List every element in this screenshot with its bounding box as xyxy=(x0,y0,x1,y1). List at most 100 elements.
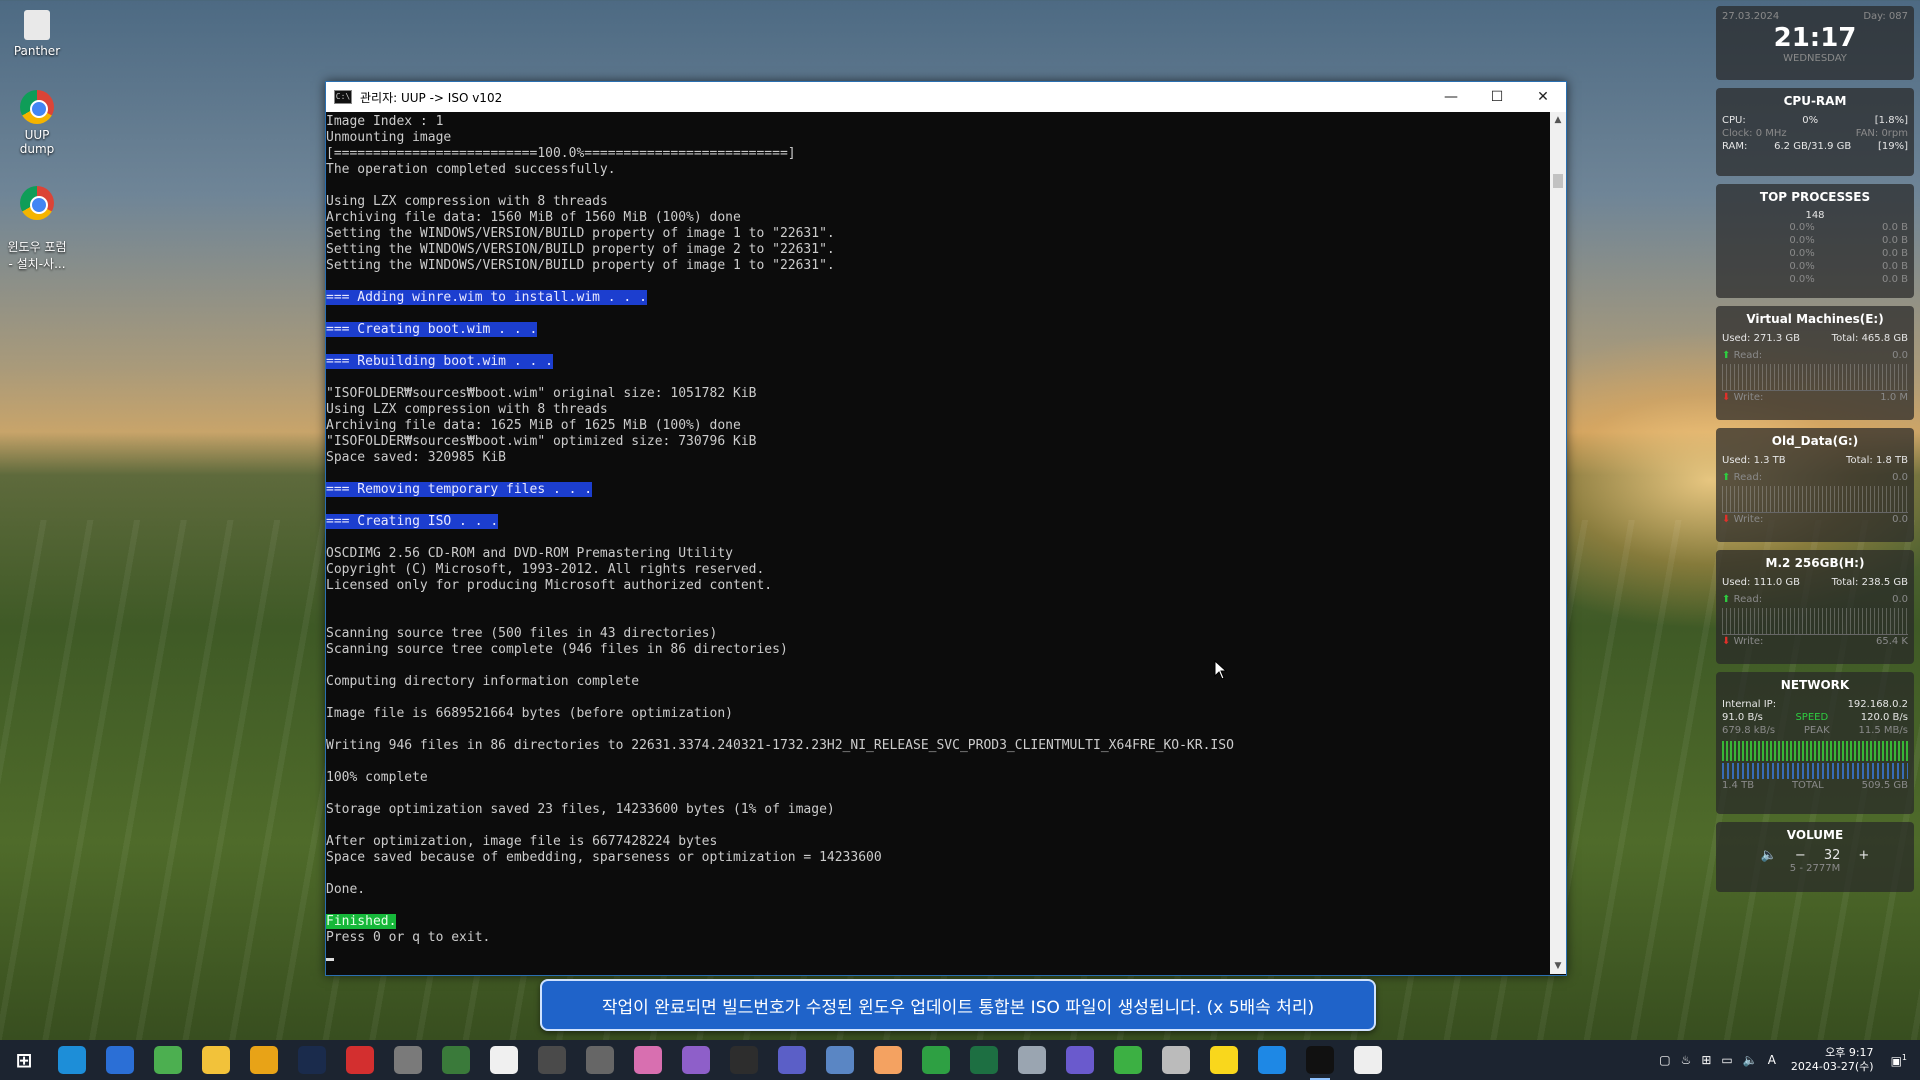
disk-activity-graph xyxy=(1722,608,1908,635)
taskbar-date: 2024-03-27(수) xyxy=(1790,1060,1874,1073)
process-io: 0.0 B xyxy=(1882,248,1908,259)
desktop-icon-panther[interactable]: Panther xyxy=(6,10,68,58)
ime-indicator[interactable]: A xyxy=(1768,1053,1776,1067)
window-titlebar[interactable]: C:\ 관리자: UUP -> ISO v102 — ☐ ✕ xyxy=(326,82,1566,112)
console-line: Setting the WINDOWS/VERSION/BUILD proper… xyxy=(326,226,1548,242)
virtualbox-icon[interactable] xyxy=(1258,1046,1286,1074)
up-total: 509.5 GB xyxy=(1861,780,1908,791)
chrome-icon[interactable] xyxy=(154,1046,182,1074)
scroll-up-icon[interactable]: ▲ xyxy=(1550,112,1566,128)
taskbar: ⊞ ▢ ♨ ⊞ ▭ 🔈 A 오후 9:17 2024-03-27(수) ▣1 xyxy=(0,1040,1920,1080)
text-info-icon[interactable] xyxy=(682,1046,710,1074)
app-yellow-icon[interactable] xyxy=(250,1046,278,1074)
console-line-text: OSCDIMG 2.56 CD-ROM and DVD-ROM Premaste… xyxy=(326,546,733,561)
git-icon[interactable] xyxy=(586,1046,614,1074)
process-cpu: 0.0% xyxy=(1789,235,1815,246)
ie-icon[interactable] xyxy=(106,1046,134,1074)
notification-icon[interactable]: ▣1 xyxy=(1891,1053,1907,1068)
remote-icon[interactable] xyxy=(826,1046,854,1074)
file-explorer-icon[interactable] xyxy=(202,1046,230,1074)
kakaotalk-icon[interactable] xyxy=(1210,1046,1238,1074)
excel-icon[interactable] xyxy=(970,1046,998,1074)
desktop-icon-label: UUP dump xyxy=(19,128,55,156)
read-arrow-icon: ⬆ xyxy=(1722,472,1731,483)
console-line: Storage optimization saved 23 files, 142… xyxy=(326,802,1548,818)
read-value: 0.0 xyxy=(1892,350,1908,361)
photoshop-icon[interactable] xyxy=(298,1046,326,1074)
volume-down-button[interactable]: − xyxy=(1795,848,1806,863)
console-line: === Creating boot.wim . . . xyxy=(326,322,1548,338)
edge-icon[interactable] xyxy=(58,1046,86,1074)
console-line-text: Space saved because of embedding, sparse… xyxy=(326,850,882,865)
teams-icon[interactable] xyxy=(778,1046,806,1074)
monitor-tray-icon[interactable]: ▭ xyxy=(1721,1053,1732,1067)
read-value: 0.0 xyxy=(1892,472,1908,483)
console-line: Computing directory information complete xyxy=(326,674,1548,690)
console-line-text: Storage optimization saved 23 files, 142… xyxy=(326,802,835,817)
taskbar-clock[interactable]: 오후 9:17 2024-03-27(수) xyxy=(1791,1046,1874,1074)
obs-icon[interactable] xyxy=(538,1046,566,1074)
drive-widget: M.2 256GB(H:) Used: 111.0 GB Total: 238.5 … xyxy=(1716,550,1914,664)
read-label: Read: xyxy=(1733,594,1763,605)
shield-icon[interactable] xyxy=(1354,1046,1382,1074)
down-peak: 679.8 kB/s xyxy=(1722,725,1776,736)
media-icon[interactable] xyxy=(1066,1046,1094,1074)
desktop-icon-windows-forum[interactable]: 윈도우 포럼 - 설치-사... xyxy=(6,172,68,286)
process-cpu: 0.0% xyxy=(1789,261,1815,272)
flame-icon[interactable]: ♨ xyxy=(1681,1053,1692,1067)
read-arrow-icon: ⬆ xyxy=(1722,594,1731,605)
volume-tray-icon[interactable]: 🔈 xyxy=(1743,1053,1758,1067)
console-line-text: Copyright (C) Microsoft, 1993-2012. All … xyxy=(326,562,765,577)
torrent-icon[interactable] xyxy=(1114,1046,1142,1074)
close-button[interactable]: ✕ xyxy=(1520,82,1566,112)
dialog-icon[interactable] xyxy=(730,1046,758,1074)
vertical-scrollbar[interactable]: ▲ ▼ xyxy=(1550,112,1566,974)
volume-up-button[interactable]: + xyxy=(1858,848,1869,863)
palette-icon[interactable] xyxy=(634,1046,662,1074)
console-line-text: After optimization, image file is 667742… xyxy=(326,834,718,849)
desktop-icon-uup-dump[interactable]: UUP dump xyxy=(6,90,68,156)
tools-icon[interactable] xyxy=(394,1046,422,1074)
document-icon[interactable] xyxy=(1018,1046,1046,1074)
note-icon[interactable] xyxy=(874,1046,902,1074)
minimize-button[interactable]: — xyxy=(1428,82,1474,112)
network-widget: NETWORK Internal IP: 192.168.0.2 91.0 B/s… xyxy=(1716,672,1914,814)
process-cpu: 0.0% xyxy=(1789,248,1815,259)
notice-banner: 작업이 완료되면 빌드번호가 수정된 윈도우 업데이트 통합본 ISO 파일이 … xyxy=(540,979,1376,1031)
terminal-icon[interactable] xyxy=(1306,1046,1334,1080)
acrobat-icon[interactable] xyxy=(346,1046,374,1074)
speaker-icon[interactable]: 🔈 xyxy=(1761,848,1777,863)
console-line: Done. xyxy=(326,882,1548,898)
monitor-icon[interactable] xyxy=(1162,1046,1190,1074)
scroll-down-icon[interactable]: ▼ xyxy=(1550,958,1566,974)
notepad-icon[interactable] xyxy=(442,1046,470,1074)
notes-icon[interactable] xyxy=(490,1046,518,1074)
console-line: === Removing temporary files . . . xyxy=(326,482,1548,498)
desktop-icon[interactable]: ▢ xyxy=(1659,1053,1670,1067)
console-line: Unmounting image xyxy=(326,130,1548,146)
console-line: === Rebuilding boot.wim . . . xyxy=(326,354,1548,370)
network-tray-icon[interactable]: ⊞ xyxy=(1701,1053,1711,1067)
volume-widget: VOLUME 🔈 − 32 + 5 - 2777M xyxy=(1716,822,1914,892)
green-app-icon[interactable] xyxy=(922,1046,950,1074)
cpu-value: 0% xyxy=(1802,115,1819,126)
console-line: Finished. xyxy=(326,914,1548,930)
process-cpu: 0.0% xyxy=(1789,274,1815,285)
scrollbar-thumb[interactable] xyxy=(1553,174,1563,188)
fan-speed: FAN: 0rpm xyxy=(1855,128,1908,139)
console-line-text: Space saved: 320985 KiB xyxy=(326,450,507,465)
console-output[interactable]: Image Index : 1 Unmounting image [========… xyxy=(326,112,1548,976)
maximize-button[interactable]: ☐ xyxy=(1474,82,1520,112)
console-window[interactable]: C:\ 관리자: UUP -> ISO v102 — ☐ ✕ Image Ind… xyxy=(325,81,1567,976)
peak-label: PEAK xyxy=(1803,725,1830,736)
console-line: Archiving file data: 1560 MiB of 1560 Mi… xyxy=(326,210,1548,226)
console-line-text: Writing 946 files in 86 directories to 2… xyxy=(326,738,1234,753)
start-icon[interactable]: ⊞ xyxy=(10,1046,38,1074)
write-label: Write: xyxy=(1733,392,1764,403)
download-graph xyxy=(1722,763,1908,779)
